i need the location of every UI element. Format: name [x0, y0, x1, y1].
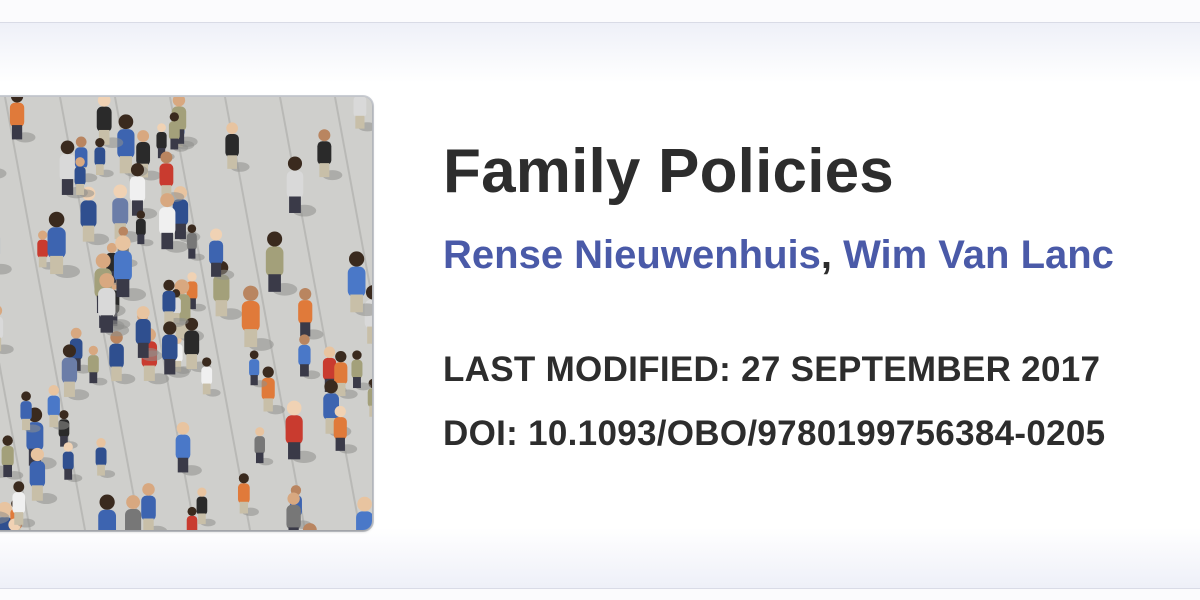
last-modified-label: LAST MODIFIED:: [443, 350, 732, 389]
last-modified-value: 27 SEPTEMBER 2017: [741, 350, 1101, 389]
doi-value: 10.1093/OBO/9780199756384-0205: [528, 414, 1106, 453]
bottom-strip: [0, 589, 1200, 600]
author-list: Rense Nieuwenhuis, Wim Van Lanc: [443, 233, 1114, 278]
cover-image: [0, 97, 372, 530]
doi: DOI: 10.1093/OBO/9780199756384-0205: [443, 414, 1105, 454]
crowd-photo: [0, 97, 372, 530]
author-link-1[interactable]: Rense Nieuwenhuis: [443, 233, 821, 277]
author-link-2[interactable]: Wim Van Lanc: [843, 233, 1114, 277]
top-strip: [0, 0, 1200, 23]
doi-label: DOI:: [443, 414, 519, 453]
last-modified: LAST MODIFIED: 27 SEPTEMBER 2017: [443, 350, 1100, 390]
author-separator: ,: [820, 233, 844, 277]
page-title: Family Policies: [443, 137, 894, 206]
